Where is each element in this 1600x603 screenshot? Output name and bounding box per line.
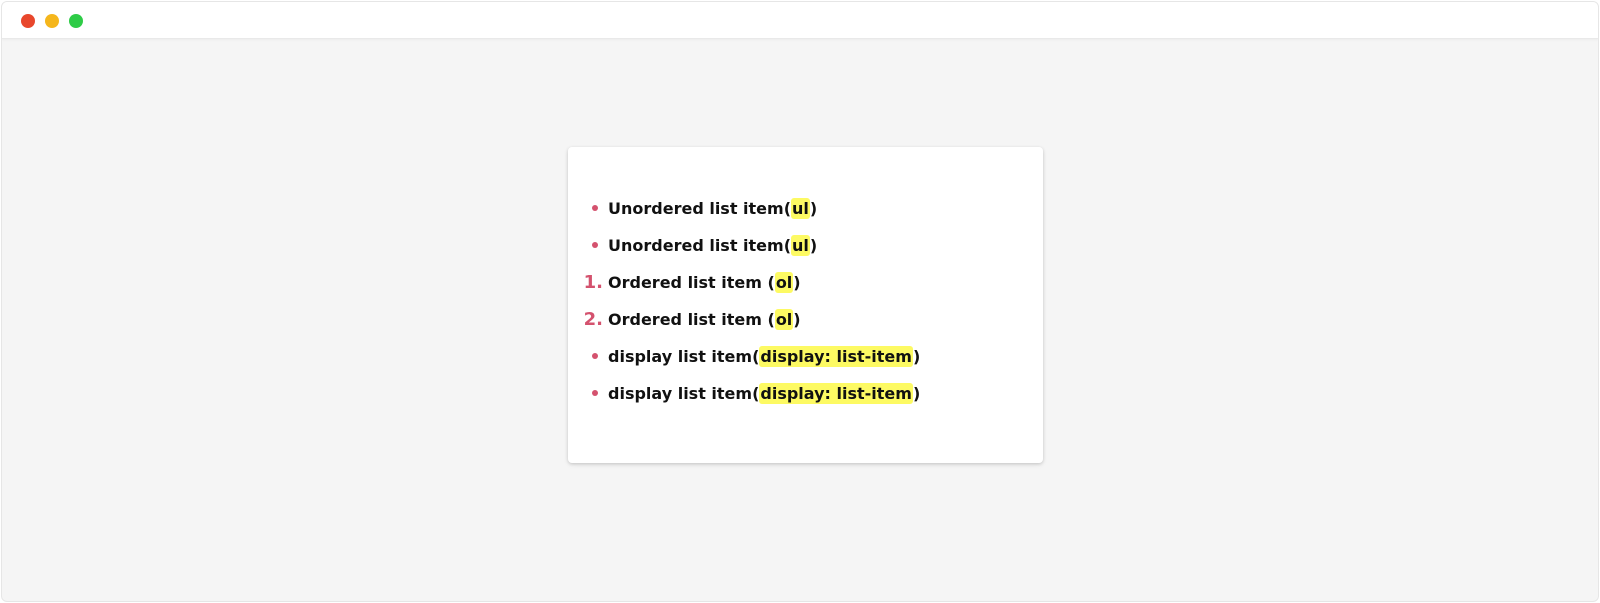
list-item: display list item(display: list-item): [568, 338, 1043, 375]
browser-window: Unordered list item(ul) Unordered list i…: [1, 1, 1599, 602]
item-paren-close: ): [809, 236, 818, 255]
item-code-highlight: ul: [791, 235, 810, 256]
item-paren-open: (: [783, 236, 792, 255]
item-text: Ordered list item: [608, 273, 768, 292]
list-item: Unordered list item(ul): [568, 190, 1043, 227]
item-paren-open: (: [767, 273, 775, 292]
item-paren-close: ): [793, 310, 801, 329]
number-marker: 1.: [583, 272, 603, 293]
list-item: display list item(display: list-item): [568, 375, 1043, 412]
content-card: Unordered list item(ul) Unordered list i…: [568, 147, 1043, 463]
item-code-highlight: display: list-item: [759, 346, 913, 367]
number-marker: 2.: [583, 309, 603, 330]
item-code-highlight: ul: [791, 198, 810, 219]
item-code-highlight: display: list-item: [759, 383, 913, 404]
item-text: Ordered list item: [608, 310, 768, 329]
list-items: Unordered list item(ul) Unordered list i…: [568, 190, 1043, 412]
title-bar: [2, 2, 1598, 39]
bullet-icon: [568, 190, 604, 227]
item-text: display list item: [608, 384, 753, 403]
list-item: Unordered list item(ul): [568, 227, 1043, 264]
item-paren-open: (: [783, 199, 792, 218]
minimize-window-button[interactable]: [45, 14, 59, 28]
item-paren-close: ): [912, 347, 921, 366]
bullet-icon: [568, 227, 604, 264]
item-text: Unordered list item: [608, 199, 784, 218]
item-paren-open: (: [767, 310, 775, 329]
maximize-window-button[interactable]: [69, 14, 83, 28]
bullet-icon: [568, 375, 604, 412]
item-text: Unordered list item: [608, 236, 784, 255]
list-item: 2. Ordered list item (ol): [568, 301, 1043, 338]
item-code-highlight: ol: [774, 309, 794, 330]
close-window-button[interactable]: [21, 14, 35, 28]
bullet-icon: [568, 338, 604, 375]
item-paren-close: ): [809, 199, 818, 218]
list-item: 1. Ordered list item (ol): [568, 264, 1043, 301]
item-paren-close: ): [912, 384, 921, 403]
item-text: display list item: [608, 347, 753, 366]
item-paren-close: ): [793, 273, 801, 292]
item-code-highlight: ol: [774, 272, 794, 293]
